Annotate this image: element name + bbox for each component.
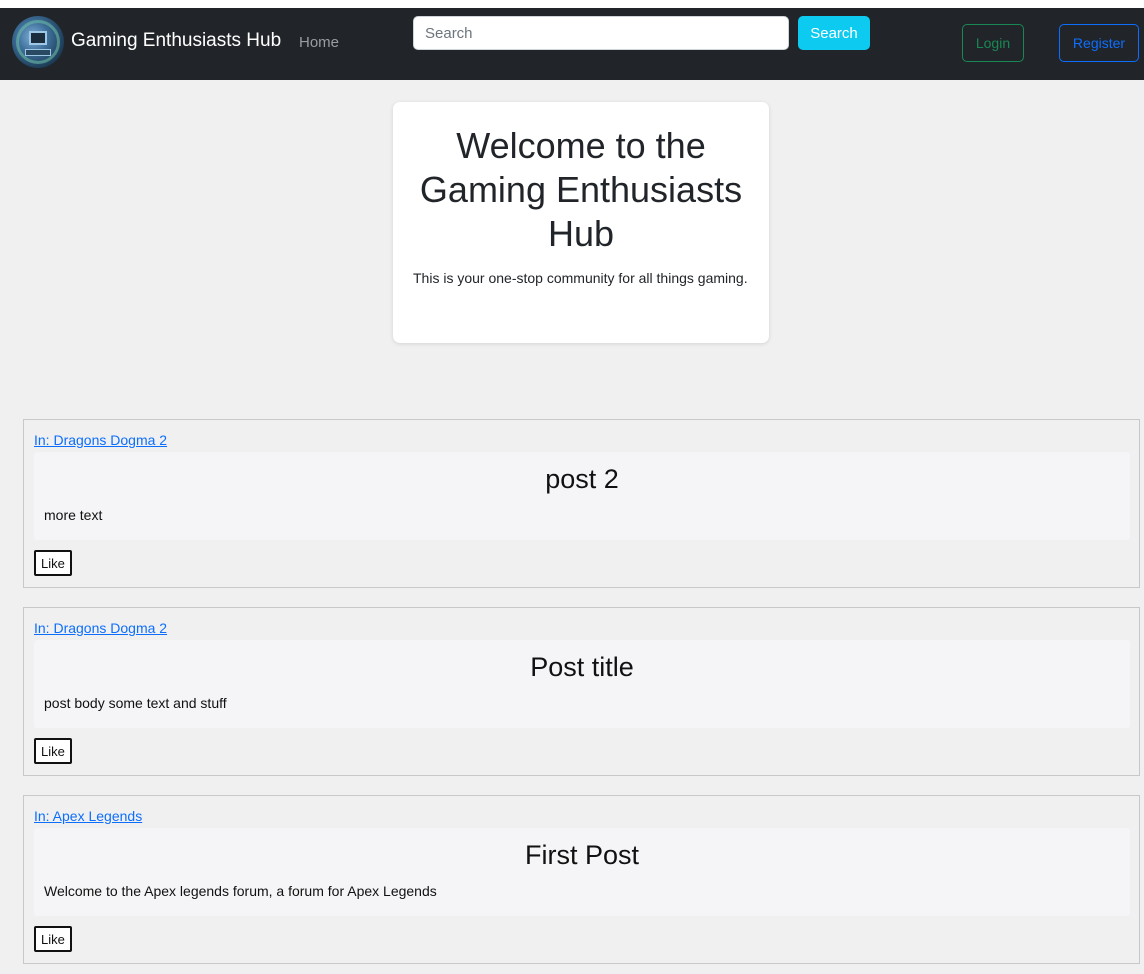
post-content: First Post Welcome to the Apex legends f… [34, 828, 1130, 916]
register-button[interactable]: Register [1059, 24, 1139, 62]
navbar: Gaming Enthusiasts Hub Home Search Login… [0, 8, 1144, 80]
welcome-card: Welcome to the Gaming Enthusiasts Hub Th… [393, 102, 769, 343]
post-content: Post title post body some text and stuff [34, 640, 1130, 728]
post-title: Post title [530, 652, 634, 682]
post-body-text: more text [44, 507, 103, 523]
post-category-link[interactable]: In: Apex Legends [34, 808, 142, 824]
welcome-subtitle: This is your one-stop community for all … [413, 270, 748, 286]
post-body-text: Welcome to the Apex legends forum, a for… [44, 883, 437, 899]
post-body-text: post body some text and stuff [44, 695, 227, 711]
search-input[interactable] [413, 16, 789, 50]
welcome-title: Welcome to the Gaming Enthusiasts Hub [419, 125, 743, 254]
like-button[interactable]: Like [34, 926, 72, 952]
post-title: First Post [524, 840, 639, 870]
post-card: In: Dragons Dogma 2 post 2 more text Lik… [23, 419, 1140, 588]
like-button[interactable]: Like [34, 550, 72, 576]
brand-link[interactable]: Gaming Enthusiasts Hub [71, 30, 281, 52]
post-title: post 2 [545, 464, 619, 494]
gaming-computer-logo-icon[interactable] [12, 16, 64, 68]
post-category-link[interactable]: In: Dragons Dogma 2 [34, 620, 167, 636]
search-button[interactable]: Search [798, 16, 870, 50]
post-card: In: Dragons Dogma 2 Post title post body… [23, 607, 1140, 776]
top-strip [0, 0, 1144, 8]
nav-home-link[interactable]: Home [299, 34, 339, 51]
post-category-link[interactable]: In: Dragons Dogma 2 [34, 432, 167, 448]
post-content: post 2 more text [34, 452, 1130, 540]
like-button[interactable]: Like [34, 738, 72, 764]
login-button[interactable]: Login [962, 24, 1024, 62]
post-card: In: Apex Legends First Post Welcome to t… [23, 795, 1140, 964]
